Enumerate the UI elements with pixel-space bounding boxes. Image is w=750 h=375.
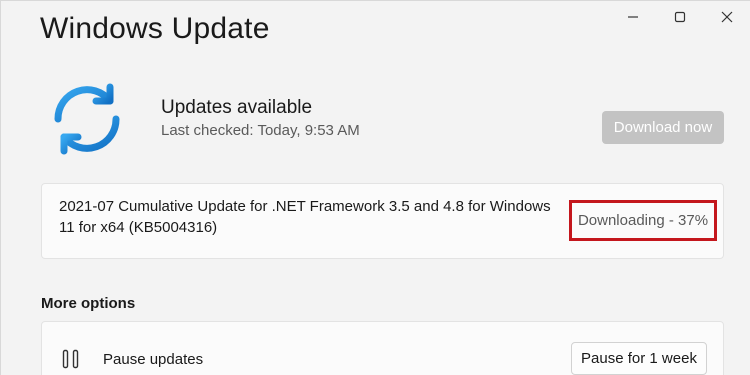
pause-for-1-week-button[interactable]: Pause for 1 week <box>571 342 707 375</box>
sync-icon <box>54 83 120 155</box>
download-progress-status: Downloading - 37% <box>569 200 717 241</box>
download-now-button[interactable]: Download now <box>602 111 724 144</box>
page-title: Windows Update <box>40 12 270 45</box>
update-item-card: 2021-07 Cumulative Update for .NET Frame… <box>41 183 724 259</box>
close-button[interactable] <box>703 0 750 34</box>
download-progress-text: Downloading - 37% <box>577 212 709 229</box>
pause-updates-label: Pause updates <box>103 351 204 368</box>
update-name: 2021-07 Cumulative Update for .NET Frame… <box>59 198 551 236</box>
close-icon <box>721 11 732 23</box>
last-checked-text: Last checked: Today, 9:53 AM <box>161 122 360 139</box>
status-title: Updates available <box>161 97 313 118</box>
minimize-button[interactable] <box>609 0 656 34</box>
maximize-button[interactable] <box>656 0 703 34</box>
pause-updates-row: Pause updates Pause for 1 week <box>41 321 724 375</box>
minimize-icon <box>627 16 638 18</box>
pause-icon <box>62 349 79 369</box>
maximize-icon <box>674 11 685 23</box>
more-options-title: More options <box>41 295 136 312</box>
title-bar-controls <box>609 0 750 34</box>
